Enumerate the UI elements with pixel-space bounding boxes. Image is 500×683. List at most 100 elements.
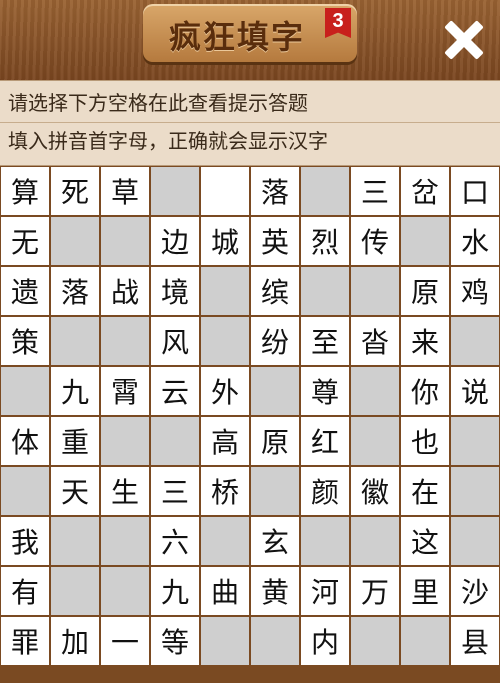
grid-cell-blocked: [1, 467, 49, 515]
game-title: 疯狂填字: [168, 18, 305, 56]
grid-cell[interactable]: 纷: [251, 317, 299, 365]
grid-cell[interactable]: 加: [51, 617, 99, 665]
grid-cell-blocked: [201, 617, 249, 665]
close-icon[interactable]: [434, 10, 494, 70]
grid-cell-blocked: [301, 267, 349, 315]
grid-cell[interactable]: 策: [1, 317, 49, 365]
grid-cell[interactable]: 城: [201, 217, 249, 265]
grid-cell-blocked: [351, 617, 399, 665]
grid-cell[interactable]: 遗: [1, 267, 49, 315]
hint-panel: 请选择下方空格在此查看提示答题 填入拼音首字母，正确就会显示汉字: [0, 80, 500, 166]
grid-cell-blocked: [401, 617, 449, 665]
grid-cell[interactable]: 内: [301, 617, 349, 665]
grid-cell-blocked: [101, 317, 149, 365]
grid-cell[interactable]: 战: [101, 267, 149, 315]
grid-cell[interactable]: 重: [51, 417, 99, 465]
grid-cell[interactable]: 原: [401, 267, 449, 315]
grid-cell-blocked: [101, 417, 149, 465]
grid-cell[interactable]: 六: [151, 517, 199, 565]
grid-cell-blocked: [251, 617, 299, 665]
grid-cell[interactable]: 无: [1, 217, 49, 265]
grid-cell-blocked: [401, 217, 449, 265]
grid-cell-blocked: [201, 317, 249, 365]
grid-cell[interactable]: 体: [1, 417, 49, 465]
grid-cell[interactable]: 生: [101, 467, 149, 515]
grid-cell[interactable]: 天: [51, 467, 99, 515]
grid-cell[interactable]: 边: [151, 217, 199, 265]
grid-cell[interactable]: 外: [201, 367, 249, 415]
grid-cell-blocked: [201, 517, 249, 565]
grid-cell-blocked: [151, 167, 199, 215]
grid-cell[interactable]: 里: [401, 567, 449, 615]
grid-cell[interactable]: 岔: [401, 167, 449, 215]
hint-line-1: 请选择下方空格在此查看提示答题: [8, 91, 308, 115]
grid-cell[interactable]: 口: [451, 167, 499, 215]
grid-cell[interactable]: 等: [151, 617, 199, 665]
hint-divider: [0, 122, 500, 123]
grid-cell[interactable]: 风: [151, 317, 199, 365]
grid-cell[interactable]: 落: [51, 267, 99, 315]
grid-cell[interactable]: 徽: [351, 467, 399, 515]
grid-cell[interactable]: 高: [201, 417, 249, 465]
grid-cell[interactable]: 鸡: [451, 267, 499, 315]
grid-cell-blocked: [451, 317, 499, 365]
grid-cell[interactable]: 落: [251, 167, 299, 215]
grid-cell[interactable]: 草: [101, 167, 149, 215]
grid-cell-blocked: [451, 467, 499, 515]
grid-cell-blocked: [451, 517, 499, 565]
grid-cell-blocked: [201, 267, 249, 315]
grid-cell[interactable]: 云: [151, 367, 199, 415]
grid-cell[interactable]: 三: [151, 467, 199, 515]
grid-cell-blocked: [1, 367, 49, 415]
grid-cell[interactable]: [201, 167, 249, 215]
grid-cell[interactable]: 霄: [101, 367, 149, 415]
grid-cell[interactable]: 曲: [201, 567, 249, 615]
header-bar: 疯狂填字 3: [0, 0, 500, 80]
grid-cell-blocked: [251, 467, 299, 515]
grid-cell[interactable]: 缤: [251, 267, 299, 315]
grid-cell[interactable]: 三: [351, 167, 399, 215]
grid-cell[interactable]: 红: [301, 417, 349, 465]
grid-cell-blocked: [51, 567, 99, 615]
grid-cell[interactable]: 桥: [201, 467, 249, 515]
grid-cell-blocked: [351, 517, 399, 565]
grid-cell[interactable]: 也: [401, 417, 449, 465]
grid-cell[interactable]: 在: [401, 467, 449, 515]
grid-cell[interactable]: 万: [351, 567, 399, 615]
grid-cell-blocked: [101, 217, 149, 265]
grid-cell[interactable]: 县: [451, 617, 499, 665]
grid-cell-blocked: [101, 567, 149, 615]
grid-cell[interactable]: 说: [451, 367, 499, 415]
grid-cell[interactable]: 罪: [1, 617, 49, 665]
grid-cell-blocked: [351, 367, 399, 415]
grid-cell[interactable]: 你: [401, 367, 449, 415]
grid-cell[interactable]: 水: [451, 217, 499, 265]
grid-cell[interactable]: 烈: [301, 217, 349, 265]
grid-cell[interactable]: 传: [351, 217, 399, 265]
grid-cell[interactable]: 这: [401, 517, 449, 565]
grid-cell[interactable]: 玄: [251, 517, 299, 565]
grid-cell[interactable]: 至: [301, 317, 349, 365]
grid-cell-blocked: [51, 317, 99, 365]
grid-cell[interactable]: 九: [51, 367, 99, 415]
grid-cell[interactable]: 我: [1, 517, 49, 565]
grid-cell[interactable]: 算: [1, 167, 49, 215]
grid-cell[interactable]: 沙: [451, 567, 499, 615]
grid-cell[interactable]: 沓: [351, 317, 399, 365]
grid-cell[interactable]: 颜: [301, 467, 349, 515]
grid-cell-blocked: [101, 517, 149, 565]
grid-cell[interactable]: 一: [101, 617, 149, 665]
grid-cell[interactable]: 黄: [251, 567, 299, 615]
grid-cell[interactable]: 死: [51, 167, 99, 215]
grid-cell[interactable]: 九: [151, 567, 199, 615]
grid-cell-blocked: [301, 167, 349, 215]
grid-cell[interactable]: 来: [401, 317, 449, 365]
grid-cell[interactable]: 原: [251, 417, 299, 465]
grid-cell[interactable]: 河: [301, 567, 349, 615]
grid-cell[interactable]: 境: [151, 267, 199, 315]
grid-cell-blocked: [351, 267, 399, 315]
grid-cell[interactable]: 尊: [301, 367, 349, 415]
grid-cell[interactable]: 英: [251, 217, 299, 265]
grid-cell[interactable]: 有: [1, 567, 49, 615]
crossword-board: 算死草落三岔口无边城英烈传水遗落战境缤原鸡策风纷至沓来九霄云外尊你说体重高原红也…: [0, 166, 500, 683]
